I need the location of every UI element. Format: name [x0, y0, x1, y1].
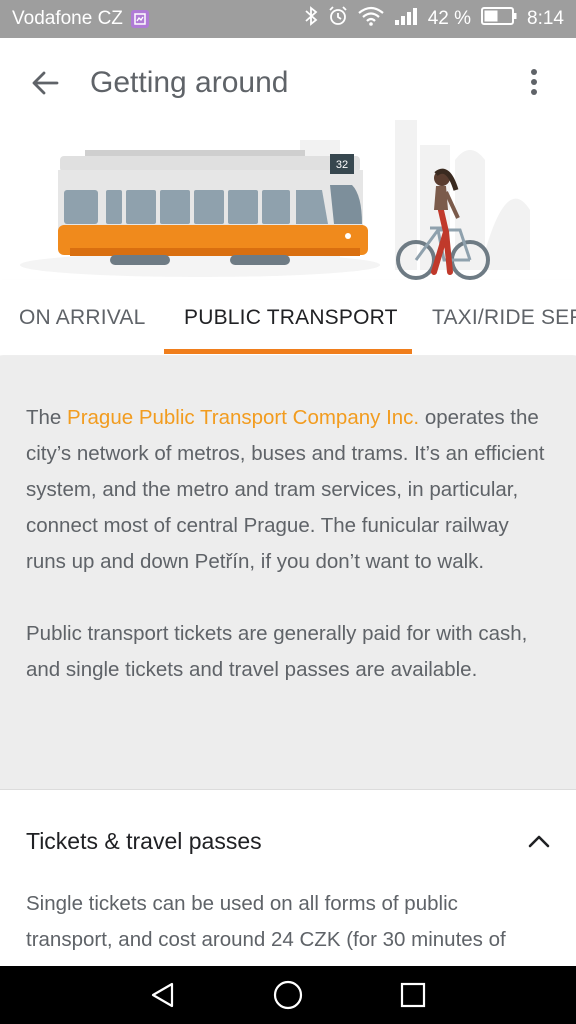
clock: 8:14 — [527, 8, 564, 29]
tab-public-transport[interactable]: PUBLIC TRANSPORT — [184, 280, 398, 355]
carrier-name: Vodafone CZ — [12, 8, 123, 29]
tram-number: 32 — [336, 159, 348, 171]
square-recents-icon — [401, 982, 426, 1008]
tab-on-arrival[interactable]: ON ARRIVAL — [19, 280, 145, 355]
wifi-icon — [357, 6, 384, 32]
battery-icon — [481, 7, 517, 31]
circle-home-icon — [273, 980, 303, 1010]
page-title: Getting around — [90, 66, 289, 99]
intro-section: The Prague Public Transport Company Inc.… — [0, 356, 576, 790]
battery-percent: 42 % — [427, 8, 472, 29]
chevron-up-icon[interactable] — [524, 826, 554, 856]
navigation-bar — [0, 966, 576, 1024]
section-body: Single tickets can be used on all forms … — [26, 892, 506, 951]
alarm-icon — [328, 6, 348, 32]
tab-taxi-ride-services[interactable]: TAXI/RIDE SER — [432, 280, 576, 355]
hero-illustration: 32 — [0, 100, 576, 290]
intro-text-prefix: The — [26, 406, 68, 429]
nav-back-button[interactable] — [133, 970, 193, 1020]
intro-paragraph-2: Public transport tickets are generally p… — [26, 622, 528, 681]
intro-text-rest: operates the city’s network of metros, b… — [26, 406, 545, 573]
tram-illustration: 32 — [58, 150, 368, 265]
active-tab-indicator — [164, 349, 412, 354]
section-title: Tickets & travel passes — [26, 827, 262, 854]
intro-paragraph-1: The Prague Public Transport Company Inc.… — [26, 400, 550, 580]
more-vert-icon — [531, 69, 537, 95]
tab-bar: ON ARRIVAL PUBLIC TRANSPORT TAXI/RIDE SE… — [0, 280, 576, 355]
triangle-back-icon — [151, 982, 173, 1008]
status-bar: Vodafone CZ 42 % 8:14 — [0, 0, 576, 38]
tickets-section-header[interactable]: Tickets & travel passes — [0, 791, 576, 891]
arrow-back-icon — [32, 71, 59, 95]
tickets-section: Tickets & travel passes Single tickets c… — [0, 791, 576, 966]
nav-recents-button[interactable] — [383, 970, 443, 1020]
nav-home-button[interactable] — [258, 970, 318, 1020]
bluetooth-icon — [304, 6, 318, 32]
transport-company-link[interactable]: Prague Public Transport Company Inc. — [67, 406, 419, 429]
signal-icon — [394, 6, 418, 32]
more-options-button[interactable] — [512, 60, 556, 104]
sim-icon — [130, 10, 149, 28]
